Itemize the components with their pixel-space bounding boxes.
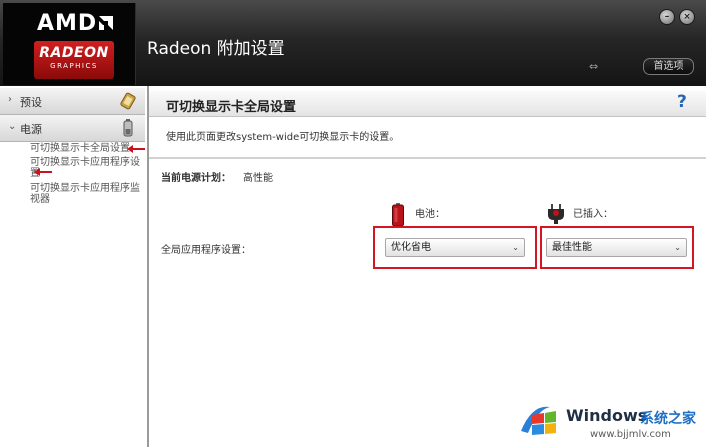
preferences-button[interactable]: 首选项 bbox=[643, 58, 694, 75]
watermark-brand: Windows bbox=[566, 406, 648, 425]
main-panel: 可切换显示卡全局设置 ? 使用此页面更改system-wide可切换显示卡的设置… bbox=[149, 86, 706, 447]
sync-icon[interactable]: ⇔ bbox=[589, 60, 598, 73]
power-plan-label: 当前电源计划： bbox=[161, 173, 231, 184]
graphics-wordmark: GRAPHICS bbox=[50, 62, 98, 70]
battery-mode-value: 优化省电 bbox=[391, 242, 431, 253]
chevron-right-icon: › bbox=[8, 94, 12, 105]
annotation-arrow-icon bbox=[34, 168, 52, 176]
sidebar-item-global-settings[interactable]: 可切换显示卡全局设置 bbox=[30, 143, 142, 154]
watermark-site-name: 系统之家 bbox=[640, 411, 696, 427]
radeon-wordmark: RADEON bbox=[39, 45, 109, 61]
annotation-arrow-icon bbox=[127, 145, 145, 153]
battery-label: 电池： bbox=[415, 209, 445, 220]
divider bbox=[149, 157, 706, 159]
close-button[interactable]: × bbox=[679, 9, 695, 25]
power-plan-value: 高性能 bbox=[243, 173, 273, 184]
help-icon[interactable]: ? bbox=[677, 92, 687, 112]
panel-header: 可切换显示卡全局设置 ? bbox=[149, 91, 706, 117]
preset-icon bbox=[120, 92, 136, 110]
windows-logo-icon bbox=[521, 406, 556, 435]
amd-wordmark: AMD bbox=[37, 11, 98, 36]
sidebar-category-label: 预设 bbox=[20, 96, 42, 109]
global-app-settings-label: 全局应用程序设置： bbox=[161, 245, 251, 256]
sidebar-category-preset[interactable]: › 预设 bbox=[0, 88, 145, 115]
amd-radeon-logo: AMD RADEON GRAPHICS bbox=[3, 3, 136, 85]
radeon-badge: RADEON GRAPHICS bbox=[34, 41, 114, 79]
sidebar-category-label: 电源 bbox=[20, 123, 42, 136]
sidebar: › 预设 ⌄ 电源 可切换显示卡全局设置 可切换显示卡应用程序设置 可切换显示卡… bbox=[0, 86, 149, 447]
chevron-down-icon: ⌄ bbox=[512, 243, 519, 252]
power-plug-icon bbox=[548, 204, 564, 224]
battery-mode-select[interactable]: 优化省电 ⌄ bbox=[385, 238, 525, 257]
watermark-url: www.bjjmlv.com bbox=[590, 429, 671, 440]
sidebar-category-power[interactable]: ⌄ 电源 bbox=[0, 115, 145, 142]
chevron-down-icon: ⌄ bbox=[674, 243, 681, 252]
chevron-down-icon: ⌄ bbox=[8, 121, 17, 132]
amd-arrow-icon bbox=[99, 16, 113, 30]
battery-icon bbox=[123, 119, 133, 137]
title-bar: AMD RADEON GRAPHICS Radeon 附加设置 – × ⇔ 首选… bbox=[0, 0, 706, 86]
page-title: 可切换显示卡全局设置 bbox=[166, 100, 297, 115]
app-title: Radeon 附加设置 bbox=[147, 39, 285, 59]
page-description: 使用此页面更改system-wide可切换显示卡的设置。 bbox=[166, 132, 400, 143]
minimize-button[interactable]: – bbox=[659, 9, 675, 25]
watermark: Windows 系统之家 www.bjjmlv.com bbox=[516, 397, 706, 447]
plugged-in-label: 已插入： bbox=[573, 209, 613, 220]
plugged-mode-select[interactable]: 最佳性能 ⌄ bbox=[546, 238, 687, 257]
battery-icon bbox=[392, 203, 404, 227]
plugged-mode-value: 最佳性能 bbox=[552, 242, 592, 253]
sidebar-item-app-monitor[interactable]: 可切换显示卡应用程序监视器 bbox=[30, 183, 142, 205]
